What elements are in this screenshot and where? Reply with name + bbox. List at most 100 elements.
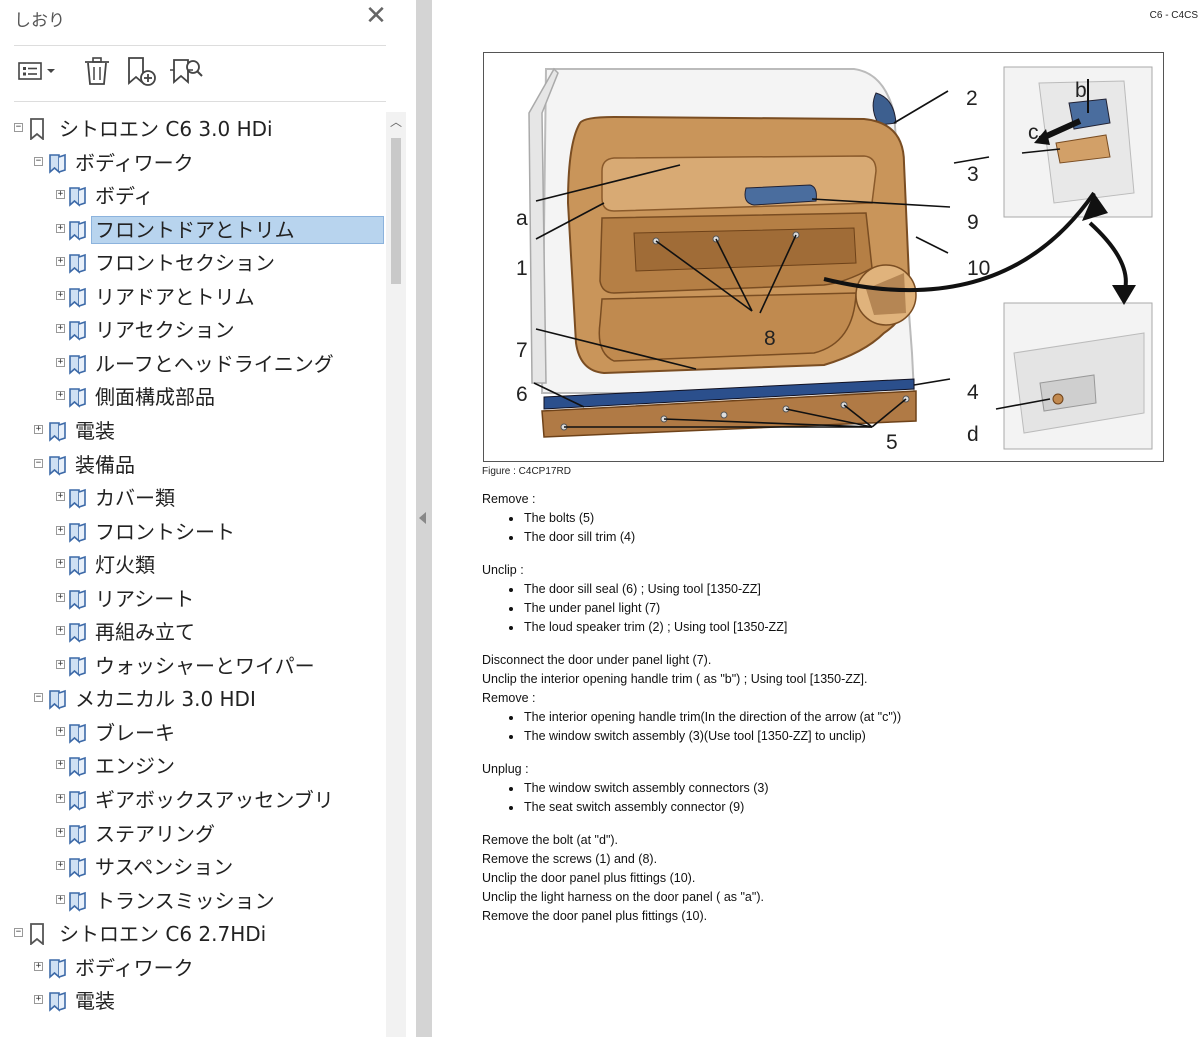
expand-toggle-icon[interactable]: +	[56, 794, 65, 803]
panel-splitter[interactable]	[416, 0, 432, 1037]
expand-toggle-icon[interactable]: +	[56, 492, 65, 502]
expand-toggle-icon[interactable]: +	[34, 995, 43, 1005]
bookmark-node[interactable]: − シトロエン C6 3.0 HDi	[0, 112, 390, 145]
bookmark-label[interactable]: フロントドアとトリム	[91, 215, 384, 244]
bookmark-label[interactable]: エンジン	[92, 753, 178, 779]
expand-toggle-icon[interactable]: +	[56, 391, 65, 401]
bookmark-node[interactable]: + ルーフとヘッドライニング	[0, 347, 390, 380]
collapse-toggle-icon[interactable]: −	[14, 123, 23, 132]
bookmark-node[interactable]: + トランスミッション	[0, 884, 390, 917]
bookmark-label[interactable]: メカニカル 3.0 HDI	[72, 686, 259, 712]
bookmark-node[interactable]: + 電装	[0, 984, 390, 1017]
bullet-item: The window switch assembly connectors (3…	[482, 779, 1182, 798]
bookmark-node[interactable]: + ギアボックスアッセンブリ	[0, 783, 390, 816]
bookmark-label[interactable]: 装備品	[72, 452, 138, 478]
close-icon[interactable]: ✕	[362, 2, 390, 30]
bookmark-node[interactable]: + ステアリング	[0, 817, 390, 850]
collapse-arrow-icon[interactable]	[419, 512, 426, 524]
bookmark-node[interactable]: + ボディワーク	[0, 951, 390, 984]
figure-callout: 5	[886, 431, 898, 454]
expand-toggle-icon[interactable]: +	[34, 961, 43, 971]
bookmark-label[interactable]: 側面構成部品	[92, 384, 218, 410]
collapse-toggle-icon[interactable]: −	[34, 458, 43, 468]
expand-toggle-icon[interactable]: +	[56, 726, 65, 736]
bookmark-node[interactable]: + カバー類	[0, 481, 390, 514]
figure-callout: 9	[967, 211, 979, 234]
bookmark-label[interactable]: 電装	[72, 418, 118, 444]
bookmark-label[interactable]: リアセクション	[92, 317, 238, 343]
expand-toggle-icon[interactable]: +	[56, 290, 65, 300]
bookmark-label[interactable]: ステアリング	[92, 821, 218, 847]
expand-toggle-icon[interactable]: +	[56, 894, 65, 904]
bookmark-node[interactable]: + ウォッシャーとワイパー	[0, 649, 390, 682]
bookmark-node[interactable]: − メカニカル 3.0 HDI	[0, 682, 390, 715]
paragraph: Remove :	[482, 492, 536, 506]
bookmark-book-icon	[68, 185, 88, 207]
bookmark-node[interactable]: + リアドアとトリム	[0, 280, 390, 313]
collapse-toggle-icon[interactable]: −	[34, 156, 43, 166]
bookmark-label[interactable]: ボディ	[92, 183, 157, 209]
expand-toggle-icon[interactable]: +	[56, 659, 65, 669]
bookmark-label[interactable]: 再組み立て	[92, 619, 198, 645]
bookmark-node[interactable]: + フロントシート	[0, 515, 390, 548]
expand-toggle-icon[interactable]: +	[34, 424, 43, 434]
bookmark-node[interactable]: + フロントドアとトリム	[0, 213, 390, 246]
bookmark-label[interactable]: リアシート	[92, 586, 197, 612]
bookmark-node[interactable]: − シトロエン C6 2.7HDi	[0, 917, 390, 950]
bookmark-node[interactable]: + 側面構成部品	[0, 380, 390, 413]
new-bookmark-icon[interactable]	[124, 54, 158, 88]
bookmark-label[interactable]: 電装	[72, 988, 118, 1014]
bookmark-label[interactable]: ボディワーク	[72, 150, 197, 176]
bookmark-label[interactable]: シトロエン C6 3.0 HDi	[56, 116, 276, 142]
bookmark-node[interactable]: + リアセクション	[0, 313, 390, 346]
bookmark-book-icon	[68, 588, 88, 610]
expand-toggle-icon[interactable]: +	[56, 592, 65, 602]
bookmark-node[interactable]: + リアシート	[0, 582, 390, 615]
expand-toggle-icon[interactable]: +	[56, 760, 65, 770]
sidebar-scrollbar[interactable]: ︿	[386, 112, 406, 1037]
bookmark-node[interactable]: + サスペンション	[0, 850, 390, 883]
bookmark-book-icon	[68, 722, 88, 744]
bookmark-node[interactable]: − 装備品	[0, 448, 390, 481]
bookmark-label[interactable]: ウォッシャーとワイパー	[92, 653, 318, 679]
expand-toggle-icon[interactable]: +	[56, 525, 65, 535]
bookmark-label[interactable]: リアドアとトリム	[92, 284, 258, 310]
bookmark-node[interactable]: + 灯火類	[0, 548, 390, 581]
bookmark-label[interactable]: ブレーキ	[92, 720, 178, 746]
bookmark-label[interactable]: ルーフとヘッドライニング	[92, 351, 337, 377]
bookmark-search-icon[interactable]	[166, 54, 206, 88]
expand-toggle-icon[interactable]: +	[56, 626, 65, 636]
bookmark-label[interactable]: トランスミッション	[92, 888, 278, 914]
bookmark-node[interactable]: + フロントセクション	[0, 246, 390, 279]
bookmark-node[interactable]: − ボディワーク	[0, 146, 390, 179]
expand-toggle-icon[interactable]: +	[56, 223, 65, 233]
bookmark-label[interactable]: ギアボックスアッセンブリ	[92, 787, 337, 813]
bookmark-label[interactable]: フロントセクション	[92, 250, 278, 276]
expand-toggle-icon[interactable]: +	[56, 861, 65, 871]
bookmark-label[interactable]: カバー類	[92, 485, 178, 511]
bookmark-label[interactable]: 灯火類	[92, 552, 158, 578]
expand-toggle-icon[interactable]: +	[56, 190, 65, 200]
bookmark-label[interactable]: ボディワーク	[72, 955, 197, 981]
bookmark-label[interactable]: サスペンション	[92, 854, 236, 880]
expand-toggle-icon[interactable]: +	[56, 357, 65, 367]
scroll-up-icon[interactable]: ︿	[386, 112, 406, 132]
bookmark-node[interactable]: + 再組み立て	[0, 615, 390, 648]
collapse-toggle-icon[interactable]: −	[34, 693, 43, 703]
expand-toggle-icon[interactable]: +	[56, 827, 65, 837]
bookmark-label[interactable]: シトロエン C6 2.7HDi	[56, 921, 269, 947]
options-menu-icon[interactable]	[16, 54, 60, 88]
expand-toggle-icon[interactable]: +	[56, 559, 65, 569]
scrollbar-thumb[interactable]	[391, 138, 401, 284]
bookmark-label[interactable]: フロントシート	[92, 519, 238, 545]
delete-bookmark-icon[interactable]	[80, 54, 114, 88]
collapse-toggle-icon[interactable]: −	[14, 928, 23, 938]
bookmark-node[interactable]: + ボディ	[0, 179, 390, 212]
bookmark-node[interactable]: + エンジン	[0, 749, 390, 782]
expand-toggle-icon[interactable]: +	[56, 324, 65, 334]
bookmark-node[interactable]: + ブレーキ	[0, 716, 390, 749]
bookmark-node[interactable]: + 電装	[0, 414, 390, 447]
expand-toggle-icon[interactable]: +	[56, 257, 65, 267]
